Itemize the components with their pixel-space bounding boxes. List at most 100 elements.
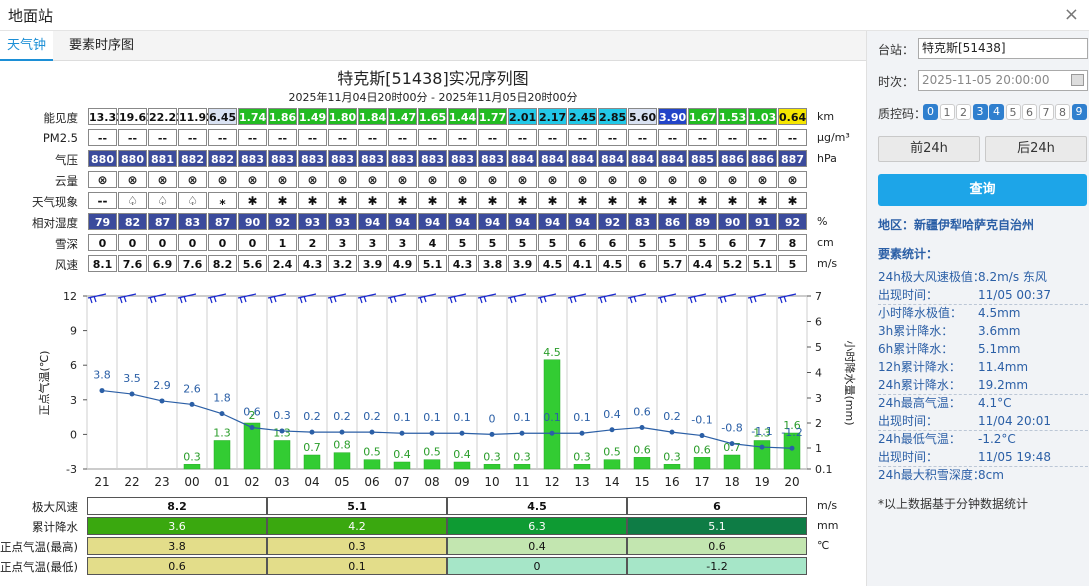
qc-code-8[interactable]: 8 bbox=[1055, 104, 1070, 120]
precip-bar bbox=[663, 464, 681, 470]
qc-code-3[interactable]: 3 bbox=[972, 104, 988, 120]
stat-row: 12h累计降水： 11.4mm bbox=[878, 359, 1088, 376]
grid-cell: 94 bbox=[418, 213, 447, 230]
chart-title: 特克斯[51438]实况序列图 bbox=[337, 69, 529, 88]
temp-label: 0.1 bbox=[543, 411, 561, 424]
precip-label: 0.7 bbox=[303, 441, 321, 454]
next-24h-button[interactable]: 后24h bbox=[985, 136, 1087, 162]
wind-barb-icon bbox=[777, 293, 797, 304]
qc-code-0[interactable]: 0 bbox=[923, 104, 938, 120]
summary-cell: 5.1 bbox=[267, 497, 447, 515]
x-tick-label: 08 bbox=[424, 475, 439, 489]
precip-label: 0.3 bbox=[483, 450, 501, 463]
stat-value: 11/05 19:48 bbox=[978, 450, 1051, 464]
grid-cell: -- bbox=[418, 129, 447, 146]
qc-code-6[interactable]: 6 bbox=[1022, 104, 1037, 120]
precip-label: 0.4 bbox=[453, 448, 471, 461]
precip-label: 0.6 bbox=[633, 443, 651, 456]
grid-cell: 3 bbox=[388, 234, 417, 251]
grid-cell: 8 bbox=[778, 234, 807, 251]
grid-cell: 4.4 bbox=[688, 255, 717, 272]
summary-row-label: 极大风速 bbox=[32, 500, 78, 514]
wind-barb-icon bbox=[447, 293, 467, 304]
grid-cell: -- bbox=[88, 129, 117, 146]
precip-bar bbox=[603, 459, 621, 470]
wind-barb-icon bbox=[327, 293, 347, 304]
prev-24h-button[interactable]: 前24h bbox=[878, 136, 980, 162]
qc-code-4[interactable]: 4 bbox=[989, 104, 1004, 120]
summary-cell: -1.2 bbox=[627, 557, 807, 575]
station-label: 台站： bbox=[878, 43, 915, 57]
grid-cell: -- bbox=[688, 129, 717, 146]
grid-cell: -- bbox=[268, 129, 297, 146]
wind-barb-icon bbox=[207, 293, 227, 304]
qc-code-7[interactable]: 7 bbox=[1038, 104, 1054, 120]
temp-label: 3.8 bbox=[93, 369, 111, 382]
query-button[interactable]: 查询 bbox=[878, 174, 1087, 206]
stat-key: 小时降水极值： bbox=[878, 306, 963, 320]
grid-cell: 886 bbox=[718, 150, 747, 167]
stat-row: 6h累计降水： 5.1mm bbox=[878, 341, 1088, 358]
qc-code-2[interactable]: 2 bbox=[956, 104, 971, 120]
y-tick-label: 9 bbox=[70, 325, 77, 338]
grid-cell: 94 bbox=[478, 213, 507, 230]
stat-row: 24h最高气温： 4.1°C bbox=[878, 395, 1088, 412]
grid-cell: -- bbox=[388, 129, 417, 146]
summary-row-label: 累计降水 bbox=[32, 520, 78, 534]
wind-barb-icon bbox=[117, 293, 137, 304]
precip-bar bbox=[693, 457, 711, 470]
grid-cell: 94 bbox=[388, 213, 417, 230]
grid-cell: 880 bbox=[88, 150, 117, 167]
grid-cell: 2.85 bbox=[598, 108, 627, 125]
y-tick-label: 3 bbox=[70, 394, 77, 407]
close-icon[interactable]: × bbox=[1064, 4, 1079, 25]
grid-row-unit: hPa bbox=[817, 152, 837, 165]
time-input[interactable]: 2025-11-05 20:00:00 bbox=[918, 70, 1088, 91]
temp-label: 3.5 bbox=[123, 372, 141, 385]
tab-element-series[interactable]: 要素时序图 bbox=[62, 31, 141, 61]
y2-tick-label: 0.1 bbox=[815, 463, 833, 476]
tab-weather-clock[interactable]: 天气钟 bbox=[0, 31, 54, 61]
grid-cell: ✱ bbox=[748, 192, 777, 209]
grid-cell: -- bbox=[118, 129, 147, 146]
temp-point bbox=[189, 401, 195, 407]
grid-cell: 13.33 bbox=[88, 108, 124, 125]
summary-row-label: 正点气温(最高) bbox=[0, 540, 78, 554]
precip-label: 0.5 bbox=[423, 446, 441, 459]
stat-row: 24h累计降水： 19.2mm bbox=[878, 377, 1088, 394]
grid-cell: 1.53 bbox=[718, 108, 747, 125]
grid-cell: 1.67 bbox=[688, 108, 717, 125]
grid-cell: -- bbox=[328, 129, 357, 146]
stat-key: 出现时间： bbox=[878, 288, 939, 302]
qc-code-1[interactable]: 1 bbox=[939, 104, 955, 120]
grid-cell: 5 bbox=[448, 234, 477, 251]
stat-value: 8.2m/s 东风 bbox=[978, 270, 1047, 284]
station-input[interactable]: 特克斯[51438] bbox=[918, 38, 1088, 59]
grid-cell: 2.01 bbox=[508, 108, 537, 125]
grid-cell: ⊗ bbox=[328, 171, 357, 188]
grid-cell: 79 bbox=[88, 213, 117, 230]
stat-row: 24h最低气温： -1.2°C bbox=[878, 431, 1088, 448]
temp-point bbox=[129, 391, 135, 397]
grid-cell: ✱ bbox=[418, 192, 447, 209]
grid-cell: ⊗ bbox=[718, 171, 747, 188]
grid-cell: 5 bbox=[538, 234, 567, 251]
summary-cell: 0 bbox=[447, 557, 627, 575]
time-value: 2025-11-05 20:00:00 bbox=[922, 73, 1050, 87]
grid-cell: 22.23 bbox=[148, 108, 184, 125]
grid-cell: 94 bbox=[508, 213, 537, 230]
grid-cell: -- bbox=[478, 129, 507, 146]
stat-row: 小时降水极值： 4.5mm bbox=[878, 305, 1088, 322]
calendar-icon[interactable] bbox=[1071, 74, 1084, 86]
qc-code-5[interactable]: 5 bbox=[1005, 104, 1021, 120]
temp-label: 2.9 bbox=[153, 379, 171, 392]
grid-cell: 887 bbox=[778, 150, 807, 167]
grid-cell: 92 bbox=[598, 213, 627, 230]
summary-cell: 0.3 bbox=[267, 537, 447, 555]
precip-label: 0.5 bbox=[363, 446, 381, 459]
grid-cell: 882 bbox=[208, 150, 237, 167]
grid-cell: 82 bbox=[118, 213, 147, 230]
qc-code-9[interactable]: 9 bbox=[1071, 104, 1087, 120]
y2-axis-label: 小时降水量(mm) bbox=[843, 340, 857, 425]
x-tick-label: 13 bbox=[574, 475, 589, 489]
